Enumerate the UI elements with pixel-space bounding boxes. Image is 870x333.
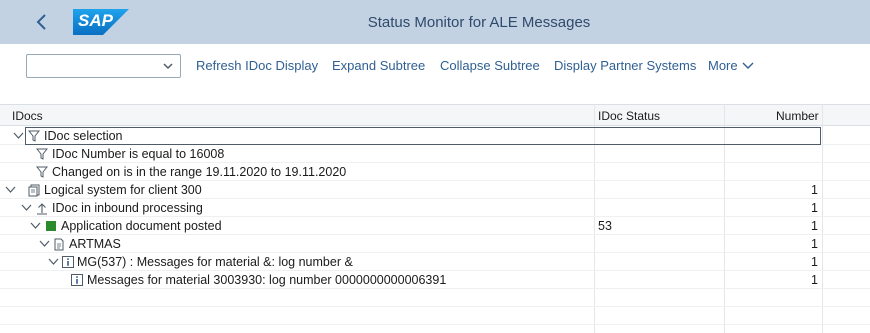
- display-partner-systems-button[interactable]: Display Partner Systems: [554, 58, 696, 73]
- empty-row: [0, 307, 870, 325]
- info-icon: [61, 255, 75, 269]
- chevron-down-icon: [13, 132, 23, 139]
- document-edit-icon: [52, 237, 66, 251]
- more-label: More: [708, 58, 738, 73]
- collapse-toggle[interactable]: [29, 219, 41, 233]
- chevron-down-icon: [30, 222, 40, 229]
- table-row[interactable]: Application document posted 53 1: [0, 217, 870, 235]
- collapse-toggle[interactable]: [47, 255, 59, 269]
- collapse-toggle[interactable]: [12, 129, 24, 143]
- chevron-down-icon: [21, 204, 31, 211]
- collapse-toggle[interactable]: [38, 237, 50, 251]
- collapse-toggle[interactable]: [20, 201, 32, 215]
- table-row[interactable]: Messages for material 3003930: log numbe…: [0, 271, 870, 289]
- chevron-down-icon: [48, 258, 58, 265]
- row-label: Changed on is in the range 19.11.2020 to…: [52, 165, 347, 179]
- row-label: IDoc selection: [44, 129, 123, 143]
- more-menu-button[interactable]: More: [708, 58, 754, 73]
- row-number: 1: [811, 201, 818, 215]
- row-number: 1: [811, 183, 818, 197]
- collapse-subtree-button[interactable]: Collapse Subtree: [440, 58, 540, 73]
- idoc-tree-table: IDocs IDoc Status Number IDoc selection …: [0, 100, 870, 333]
- table-row[interactable]: Changed on is in the range 19.11.2020 to…: [0, 163, 870, 181]
- row-label: IDoc Number is equal to 16008: [52, 147, 225, 161]
- table-row[interactable]: IDoc selection: [0, 127, 870, 145]
- filter-icon: [27, 129, 41, 143]
- row-label: Logical system for client 300: [44, 183, 202, 197]
- row-number: 1: [811, 219, 818, 233]
- row-label: MG(537) : Messages for material &: log n…: [77, 255, 353, 269]
- chevron-down-icon: [163, 63, 173, 70]
- filter-icon: [35, 147, 49, 161]
- expand-subtree-button[interactable]: Expand Subtree: [332, 58, 425, 73]
- table-row[interactable]: Logical system for client 300 1: [0, 181, 870, 199]
- logical-system-icon: [27, 183, 41, 197]
- row-number: 1: [811, 273, 818, 287]
- chevron-down-icon: [5, 186, 15, 193]
- table-row[interactable]: IDoc in inbound processing 1: [0, 199, 870, 217]
- refresh-idoc-display-button[interactable]: Refresh IDoc Display: [196, 58, 318, 73]
- column-header-idocs[interactable]: IDocs: [12, 109, 43, 123]
- toolbar: Refresh IDoc Display Expand Subtree Coll…: [0, 44, 870, 88]
- row-number: 1: [811, 255, 818, 269]
- row-status: 53: [598, 219, 612, 233]
- selection-frame: [25, 127, 821, 145]
- empty-row: [0, 289, 870, 307]
- table-header: IDocs IDoc Status Number: [0, 104, 870, 126]
- table-row[interactable]: ARTMAS 1: [0, 235, 870, 253]
- row-label: Application document posted: [61, 219, 222, 233]
- chevron-down-icon: [742, 62, 754, 69]
- arrow-up-icon: [35, 201, 49, 215]
- table-row[interactable]: MG(537) : Messages for material &: log n…: [0, 253, 870, 271]
- collapse-toggle[interactable]: [4, 183, 16, 197]
- filter-icon: [35, 165, 49, 179]
- shell-header: SAP Status Monitor for ALE Messages: [0, 0, 870, 44]
- column-header-idoc-status[interactable]: IDoc Status: [598, 109, 660, 123]
- row-label: ARTMAS: [69, 237, 121, 251]
- info-icon: [70, 273, 84, 287]
- row-label: Messages for material 3003930: log numbe…: [87, 273, 447, 287]
- row-number: 1: [811, 237, 818, 251]
- status-green-square-icon: [44, 219, 58, 233]
- chevron-down-icon: [39, 240, 49, 247]
- table-row[interactable]: IDoc Number is equal to 16008: [0, 145, 870, 163]
- column-header-number[interactable]: Number: [776, 109, 819, 123]
- row-label: IDoc in inbound processing: [52, 201, 203, 215]
- app-title: Status Monitor for ALE Messages: [367, 14, 591, 31]
- variant-select[interactable]: [26, 54, 181, 78]
